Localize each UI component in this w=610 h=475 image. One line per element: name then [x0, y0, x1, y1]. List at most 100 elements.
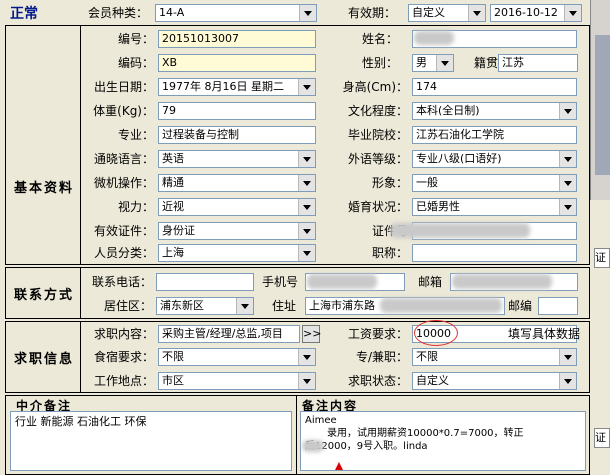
- chevron-down-icon: [564, 5, 581, 21]
- look-label: 形象：: [371, 176, 408, 190]
- status-banner: 正常: [0, 0, 75, 24]
- chevron-down-icon: [559, 373, 576, 389]
- job-section-title: 求职信息: [14, 352, 75, 367]
- chevron-down-icon: [559, 175, 576, 191]
- redacted-mobile: [307, 274, 377, 289]
- gender-select[interactable]: 男: [412, 54, 454, 72]
- marital-select[interactable]: 已婚男性: [412, 198, 577, 216]
- salary-highlight-circle: [414, 320, 458, 346]
- marital-label: 婚育状况：: [347, 200, 408, 214]
- chevron-down-icon: [559, 199, 576, 215]
- postcode-label: 邮编: [508, 299, 533, 313]
- job-status-select[interactable]: 自定义: [412, 372, 577, 390]
- chevron-down-icon: [298, 151, 315, 167]
- remark-line-2: 录用，试用期薪资10000*0.7=7000，转正: [327, 428, 524, 439]
- category-label: 人员分类：: [93, 246, 154, 260]
- salary-hint: 填写具体数据: [508, 327, 581, 341]
- cert-label: 有效证件：: [93, 224, 154, 238]
- member-type-select[interactable]: 14-A: [155, 4, 317, 22]
- mobile-label: 手机号: [262, 275, 299, 289]
- redacted-email: [452, 274, 552, 289]
- redacted-address: [380, 298, 502, 313]
- chevron-down-icon: [298, 373, 315, 389]
- edu-select[interactable]: 本科(全日制): [412, 102, 577, 120]
- housing-label: 食宿要求：: [93, 350, 154, 364]
- birth-date-picker[interactable]: 1977年 8月16日 星期二: [158, 78, 316, 96]
- validity-label: 有效期：: [348, 6, 397, 20]
- gender-label: 性别：: [362, 56, 399, 70]
- side-tab[interactable]: 证: [594, 248, 610, 268]
- housing-select[interactable]: 不限: [158, 348, 316, 366]
- lang-level-select[interactable]: 专业八级(口语好): [412, 150, 577, 168]
- cursor-marker: [335, 462, 343, 470]
- chevron-down-icon: [468, 5, 485, 21]
- email-label: 邮箱: [418, 275, 443, 289]
- validity-mode-select[interactable]: 自定义: [408, 4, 486, 22]
- postcode-field[interactable]: [538, 297, 578, 315]
- lang-select[interactable]: 英语: [158, 150, 316, 168]
- id-field[interactable]: 20151013007: [158, 30, 316, 48]
- code-label: 编码：: [117, 56, 154, 70]
- major-label: 专业：: [117, 128, 154, 142]
- lang-level-label: 外语等级：: [347, 152, 408, 166]
- native-field[interactable]: 江苏: [498, 54, 578, 72]
- phone-label: 联系电话：: [91, 275, 152, 289]
- chevron-down-icon: [236, 298, 253, 314]
- chevron-down-icon: [559, 103, 576, 119]
- job-content-label: 求职内容：: [93, 327, 154, 341]
- cert-select[interactable]: 身份证: [158, 222, 316, 240]
- redacted-name: [414, 31, 454, 45]
- vision-label: 视力：: [117, 200, 154, 214]
- salary-label: 工资要求：: [347, 327, 408, 341]
- chevron-down-icon: [299, 5, 316, 21]
- look-select[interactable]: 一般: [412, 174, 577, 192]
- job-type-label: 专/兼职：: [355, 350, 408, 364]
- validity-date-picker[interactable]: 2016-10-12: [490, 4, 582, 22]
- vision-select[interactable]: 近视: [158, 198, 316, 216]
- basic-section-title: 基本资料: [14, 181, 75, 196]
- side-button[interactable]: 证: [594, 428, 610, 448]
- chevron-down-icon: [559, 151, 576, 167]
- job-content-field[interactable]: 采购主管/经理/总监,项目: [158, 325, 300, 343]
- contact-divider: [80, 267, 81, 319]
- weight-field[interactable]: 79: [158, 102, 316, 120]
- agent-notes-textarea[interactable]: 行业 新能源 石油化工 环保: [10, 411, 292, 471]
- remark-line-3: 后12000，9号入职。linda: [305, 441, 428, 452]
- height-field[interactable]: 174: [412, 78, 577, 96]
- remark-line-1: Aimee: [305, 415, 337, 426]
- chevron-down-icon: [298, 199, 315, 215]
- district-label: 居住区：: [103, 299, 152, 313]
- job-type-select[interactable]: 不限: [412, 348, 577, 366]
- school-field[interactable]: 江苏石油化工学院: [412, 126, 577, 144]
- chevron-down-icon: [298, 349, 315, 365]
- photo-panel: [590, 0, 610, 200]
- job-divider: [80, 321, 81, 393]
- district-select[interactable]: 浦东新区: [156, 297, 254, 315]
- chevron-down-icon: [559, 349, 576, 365]
- category-select[interactable]: 上海: [158, 244, 316, 262]
- redacted-remark: [302, 440, 324, 452]
- redacted-cert-no: [390, 223, 530, 238]
- chevron-down-icon: [298, 79, 315, 95]
- notes-divider: [296, 395, 297, 475]
- edu-label: 文化程度：: [347, 104, 408, 118]
- location-select[interactable]: 市区: [158, 372, 316, 390]
- phone-field[interactable]: [156, 273, 254, 291]
- major-field[interactable]: 过程装备与控制: [158, 126, 316, 144]
- photo: [595, 35, 610, 175]
- title-field[interactable]: [412, 244, 577, 262]
- name-label: 姓名：: [362, 32, 399, 46]
- address-label: 住址: [272, 299, 297, 313]
- contact-section-title: 联系方式: [14, 288, 75, 303]
- chevron-down-icon: [298, 175, 315, 191]
- chevron-down-icon: [298, 223, 315, 239]
- member-type-label: 会员种类：: [88, 6, 149, 20]
- status-text: 正常: [10, 6, 38, 22]
- location-label: 工作地点：: [93, 374, 154, 388]
- lang-label: 通晓语言：: [93, 152, 154, 166]
- native-label: 籍贯: [474, 56, 499, 70]
- job-status-label: 求职状态：: [347, 374, 408, 388]
- pc-select[interactable]: 精通: [158, 174, 316, 192]
- code-field[interactable]: XB: [158, 54, 316, 72]
- more-jobs-button[interactable]: >>: [302, 325, 321, 343]
